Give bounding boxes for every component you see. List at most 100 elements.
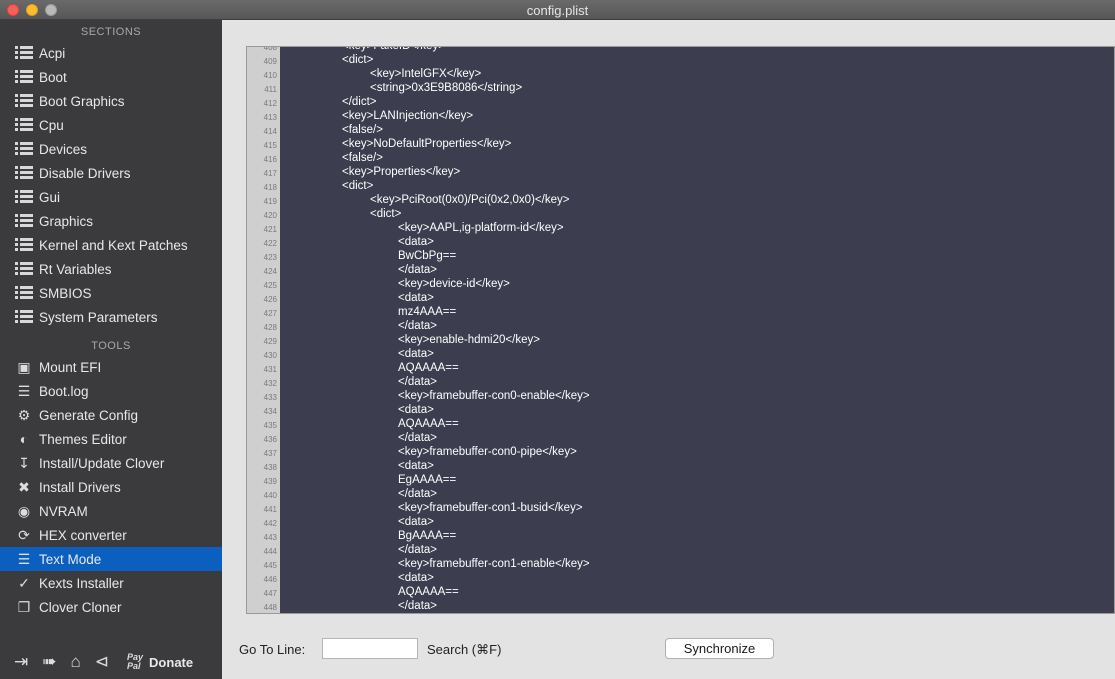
list-icon bbox=[14, 68, 34, 86]
goto-line-input[interactable] bbox=[322, 638, 418, 659]
line-number: 437 bbox=[263, 449, 277, 458]
line-number: 441 bbox=[263, 505, 277, 514]
code-line: 412 </dict> bbox=[247, 96, 1114, 110]
window-title: config.plist bbox=[526, 3, 589, 18]
sidebar-item-kernel-and-kext-patches[interactable]: Kernel and Kext Patches bbox=[0, 233, 222, 257]
tool-item-generate-config[interactable]: ⚙ Generate Config bbox=[0, 403, 222, 427]
code-line: 433 <key>framebuffer-con0-enable</key> bbox=[247, 390, 1114, 404]
code-line: 440 </data> bbox=[247, 488, 1114, 502]
tool-item-hex-converter[interactable]: ⟳ HEX converter bbox=[0, 523, 222, 547]
share-icon[interactable]: ⊲ bbox=[95, 652, 109, 672]
code-text: <key>FakeID</key> bbox=[342, 46, 445, 52]
line-number: 415 bbox=[263, 141, 277, 150]
code-text: <key>AAPL,ig-platform-id</key> bbox=[398, 222, 564, 234]
tool-item-boot-log[interactable]: ☰ Boot.log bbox=[0, 379, 222, 403]
code-text: <dict> bbox=[342, 54, 374, 66]
line-number: 434 bbox=[263, 407, 277, 416]
sidebar-item-boot-graphics[interactable]: Boot Graphics bbox=[0, 89, 222, 113]
import-icon[interactable]: ⇥ bbox=[14, 652, 28, 672]
sidebar-item-gui[interactable]: Gui bbox=[0, 185, 222, 209]
code-line: 434 <data> bbox=[247, 404, 1114, 418]
line-number: 440 bbox=[263, 491, 277, 500]
title-bar: config.plist bbox=[0, 0, 1115, 20]
sidebar-item-disable-drivers[interactable]: Disable Drivers bbox=[0, 161, 222, 185]
tool-item-install-drivers[interactable]: ✖ Install Drivers bbox=[0, 475, 222, 499]
line-number: 423 bbox=[263, 253, 277, 262]
clone-icon: ❐ bbox=[17, 598, 31, 615]
code-line: 431 AQAAAA== bbox=[247, 362, 1114, 376]
palette-icon: ◐ bbox=[19, 431, 29, 447]
tool-item-clover-cloner[interactable]: ❐ Clover Cloner bbox=[0, 595, 222, 619]
code-text: </data> bbox=[398, 600, 438, 612]
tool-item-install-update-clover[interactable]: ↧ Install/Update Clover bbox=[0, 451, 222, 475]
line-number: 425 bbox=[263, 281, 277, 290]
line-number: 426 bbox=[263, 295, 277, 304]
sidebar-item-label: Boot bbox=[39, 69, 67, 85]
tool-item-label: NVRAM bbox=[39, 503, 88, 519]
disk-icon: ▣ bbox=[17, 358, 31, 375]
list-icon bbox=[14, 44, 34, 62]
sidebar-item-label: Devices bbox=[39, 141, 88, 157]
line-number: 416 bbox=[263, 155, 277, 164]
code-line: 437 <key>framebuffer-con0-pipe</key> bbox=[247, 446, 1114, 460]
line-number: 427 bbox=[263, 309, 277, 318]
paypal-logo[interactable]: Pay Pal bbox=[127, 653, 143, 671]
line-number: 429 bbox=[263, 337, 277, 346]
sidebar-item-devices[interactable]: Devices bbox=[0, 137, 222, 161]
code-text: </data> bbox=[398, 432, 438, 444]
code-text: <data> bbox=[398, 572, 434, 584]
code-text: </data> bbox=[398, 376, 438, 388]
line-number: 439 bbox=[263, 477, 277, 486]
code-text: <key>Properties</key> bbox=[342, 166, 461, 178]
code-text: <key>framebuffer-con0-enable</key> bbox=[398, 390, 590, 402]
line-number: 430 bbox=[263, 351, 277, 360]
list-icon bbox=[14, 92, 34, 110]
line-number: 438 bbox=[263, 463, 277, 472]
sidebar-item-label: Boot Graphics bbox=[39, 93, 125, 109]
home-icon[interactable]: ⌂ bbox=[71, 652, 81, 672]
code-line: 408 <key>FakeID</key> bbox=[247, 46, 1114, 54]
list-icon bbox=[14, 236, 34, 254]
code-text: <false/> bbox=[342, 124, 383, 136]
list-icon bbox=[14, 140, 34, 158]
code-text: <data> bbox=[398, 460, 434, 472]
code-line: 418 <dict> bbox=[247, 180, 1114, 194]
code-line: 427 mz4AAA== bbox=[247, 306, 1114, 320]
tool-item-mount-efi[interactable]: ▣ Mount EFI bbox=[0, 355, 222, 379]
line-number: 408 bbox=[263, 46, 277, 52]
sidebar-item-smbios[interactable]: SMBIOS bbox=[0, 281, 222, 305]
sidebar: SECTIONS Acpi Boot Boot Graphics Cpu Devices… bbox=[0, 20, 222, 679]
export-icon[interactable]: ➠ bbox=[42, 652, 56, 672]
synchronize-button[interactable]: Synchronize bbox=[665, 638, 774, 659]
donate-button[interactable]: Donate bbox=[149, 655, 193, 670]
code-line: 446 <data> bbox=[247, 572, 1114, 586]
search-label[interactable]: Search (⌘F) bbox=[427, 642, 501, 658]
code-text: <key>PciRoot(0x0)/Pci(0x2,0x0)</key> bbox=[370, 194, 570, 206]
list-icon bbox=[14, 164, 34, 182]
code-line: 421 <key>AAPL,ig-platform-id</key> bbox=[247, 222, 1114, 236]
sidebar-item-acpi[interactable]: Acpi bbox=[0, 41, 222, 65]
tool-item-kexts-installer[interactable]: ✓ Kexts Installer bbox=[0, 571, 222, 595]
download-icon: ↧ bbox=[18, 454, 30, 471]
list-icon bbox=[14, 188, 34, 206]
tool-item-nvram[interactable]: ◉ NVRAM bbox=[0, 499, 222, 523]
tool-item-text-mode[interactable]: ☰ Text Mode bbox=[0, 547, 222, 571]
code-text: AQAAAA== bbox=[398, 586, 459, 598]
tool-item-themes-editor[interactable]: ◐ Themes Editor bbox=[0, 427, 222, 451]
sections-header: SECTIONS bbox=[80, 26, 142, 38]
sidebar-item-rt-variables[interactable]: Rt Variables bbox=[0, 257, 222, 281]
code-line: 424 </data> bbox=[247, 264, 1114, 278]
code-line: 414 <false/> bbox=[247, 124, 1114, 138]
code-text: </data> bbox=[398, 544, 438, 556]
line-number: 413 bbox=[263, 113, 277, 122]
tool-item-label: Boot.log bbox=[39, 383, 89, 399]
sidebar-item-graphics[interactable]: Graphics bbox=[0, 209, 222, 233]
sidebar-item-system-parameters[interactable]: System Parameters bbox=[0, 305, 222, 329]
sidebar-item-boot[interactable]: Boot bbox=[0, 65, 222, 89]
sidebar-item-label: Disable Drivers bbox=[39, 165, 131, 181]
code-line: 411 <string>0x3E9B8086</string> bbox=[247, 82, 1114, 96]
code-line: 442 <data> bbox=[247, 516, 1114, 530]
text-editor[interactable]: 408 <key>FakeID</key> 409 <dict> 410 <key>Int… bbox=[246, 46, 1115, 614]
sidebar-item-cpu[interactable]: Cpu bbox=[0, 113, 222, 137]
code-text: BgAAAA== bbox=[398, 530, 457, 542]
